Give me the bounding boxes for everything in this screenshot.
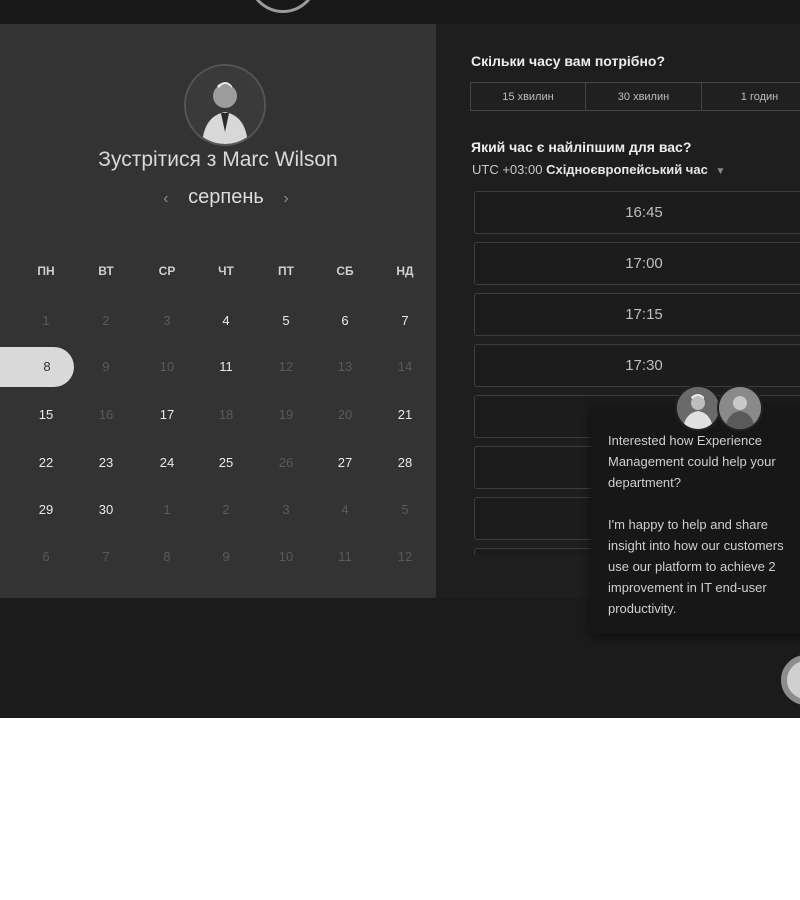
chat-launcher-button[interactable] [781, 655, 800, 705]
timezone-select[interactable]: UTC +03:00 Східноєвропейський час ▼ [472, 162, 725, 177]
duration-option-30[interactable]: 30 хвилин [586, 82, 702, 111]
calendar-day-disabled: 19 [278, 407, 294, 422]
weekday-label: ЧТ [218, 264, 234, 278]
calendar-day[interactable]: 21 [385, 395, 425, 435]
calendar-day-disabled: 10 [278, 549, 294, 564]
calendar-day[interactable]: 17 [147, 395, 187, 435]
calendar-day-disabled: 12 [397, 549, 413, 564]
person-icon [719, 387, 761, 429]
weekday-label: ПН [37, 264, 55, 278]
calendar-day[interactable]: 27 [325, 443, 365, 483]
calendar-day-disabled: 4 [341, 502, 349, 517]
calendar-day-disabled: 14 [397, 359, 413, 374]
weekday-label: ПТ [278, 264, 294, 278]
time-slot[interactable]: 17:30 [474, 344, 800, 387]
host-avatar [184, 64, 266, 146]
meet-title: Зустрітися з Marc Wilson [98, 148, 338, 171]
time-question: Який час є найліпшим для вас? [471, 139, 692, 155]
calendar-day[interactable]: 7 [385, 301, 425, 341]
duration-options: 15 хвилин 30 хвилин 1 годин [470, 82, 800, 111]
month-nav: ‹ серпень › [0, 186, 452, 209]
agent-avatar [675, 385, 721, 431]
calendar-day-disabled: 12 [278, 359, 294, 374]
calendar-day[interactable]: 6 [325, 301, 365, 341]
timezone-offset: UTC +03:00 [472, 162, 543, 177]
calendar-day[interactable]: 22 [26, 443, 66, 483]
calendar-day-disabled: 3 [163, 313, 171, 328]
calendar-day-disabled: 20 [337, 407, 353, 422]
calendar-day-disabled: 18 [218, 407, 234, 422]
caret-down-icon: ▼ [715, 166, 726, 177]
calendar-day[interactable]: 28 [385, 443, 425, 483]
weekday-label: СБ [336, 264, 354, 278]
top-bar [0, 0, 800, 24]
chat-bubble-icon [248, 0, 318, 13]
calendar-day-disabled: 26 [278, 455, 294, 470]
month-label: серпень [188, 186, 264, 208]
person-icon [186, 66, 264, 144]
calendar-day-disabled: 9 [102, 359, 110, 374]
app-screen: Зустрітися з Marc Wilson ‹ серпень › ПН В… [0, 0, 800, 718]
calendar-day-disabled: 1 [42, 313, 50, 328]
calendar-day[interactable]: 23 [86, 443, 126, 483]
calendar-day[interactable]: 4 [206, 301, 246, 341]
calendar-day-disabled: 16 [98, 407, 114, 422]
calendar-day[interactable]: 5 [266, 301, 306, 341]
duration-option-60[interactable]: 1 годин [702, 82, 800, 111]
calendar-day-disabled: 13 [337, 359, 353, 374]
calendar-day-disabled: 2 [222, 502, 230, 517]
time-slot[interactable]: 16:45 [474, 191, 800, 234]
calendar-day[interactable]: 15 [26, 395, 66, 435]
weekday-label: СР [158, 264, 176, 278]
duration-question: Скільки часу вам потрібно? [471, 53, 666, 69]
weekday-label: НД [396, 264, 414, 278]
calendar-day-disabled: 5 [401, 502, 409, 517]
weekday-label: ВТ [98, 264, 114, 278]
calendar-day[interactable]: 29 [26, 490, 66, 530]
timezone-name: Східноєвропейський час [546, 162, 708, 177]
calendar-day-disabled: 1 [163, 502, 171, 517]
agent-avatar [717, 385, 763, 431]
chat-message: Interested how Experience Management cou… [608, 433, 784, 616]
time-slot[interactable]: 17:00 [474, 242, 800, 285]
calendar-day-disabled: 11 [338, 549, 352, 564]
calendar-day[interactable]: 11 [206, 347, 246, 387]
calendar-day-disabled: 2 [102, 313, 110, 328]
calendar-day-selected[interactable]: 8 [20, 347, 74, 387]
chevron-left-icon[interactable]: ‹ [163, 190, 168, 207]
time-slot[interactable]: 17:15 [474, 293, 800, 336]
calendar-day[interactable]: 25 [206, 443, 246, 483]
chevron-right-icon[interactable]: › [283, 190, 288, 207]
calendar-day[interactable]: 30 [86, 490, 126, 530]
calendar-day-disabled: 8 [163, 549, 171, 564]
duration-option-15[interactable]: 15 хвилин [470, 82, 586, 111]
calendar-day-disabled: 9 [222, 549, 230, 564]
calendar-day-disabled: 7 [102, 549, 110, 564]
calendar-day[interactable]: 24 [147, 443, 187, 483]
calendar-day-disabled: 10 [159, 359, 175, 374]
calendar-day-disabled: 6 [42, 549, 50, 564]
person-icon [677, 387, 719, 429]
calendar-day-disabled: 3 [282, 502, 290, 517]
